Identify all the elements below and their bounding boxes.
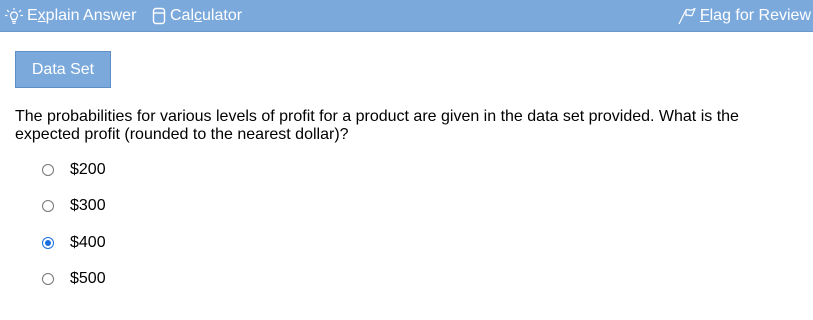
answer-option-label: $400 [70,234,106,251]
explain-answer-label: Explain Answer [27,6,137,24]
data-set-button[interactable]: Data Set [15,51,111,88]
answer-option-label: $200 [70,161,106,178]
calculator-button[interactable]: Calculator [151,0,242,31]
toolbar: Explain Answer Calculator Flag for Revie… [0,0,813,32]
lightbulb-icon [4,7,24,25]
calculator-label: Calculator [170,6,243,24]
calculator-icon [151,7,167,25]
flag-for-review-button[interactable]: Flag for Review [677,0,811,31]
radio-button[interactable] [42,200,54,212]
flag-icon [677,6,697,26]
answer-option-3[interactable]: $400 [42,233,106,253]
answer-option-2[interactable]: $300 [42,196,106,216]
radio-button[interactable] [42,164,54,176]
radio-button[interactable] [42,273,54,285]
answer-option-label: $300 [70,197,106,214]
flag-for-review-label: Flag for Review [699,6,811,24]
explain-answer-button[interactable]: Explain Answer [4,0,136,31]
answer-option-4[interactable]: $500 [42,269,106,289]
answer-option-label: $500 [70,270,106,287]
question-text: The probabilities for various levels of … [15,108,739,143]
answer-option-1[interactable]: $200 [42,160,106,180]
radio-button-selected[interactable] [42,237,54,249]
